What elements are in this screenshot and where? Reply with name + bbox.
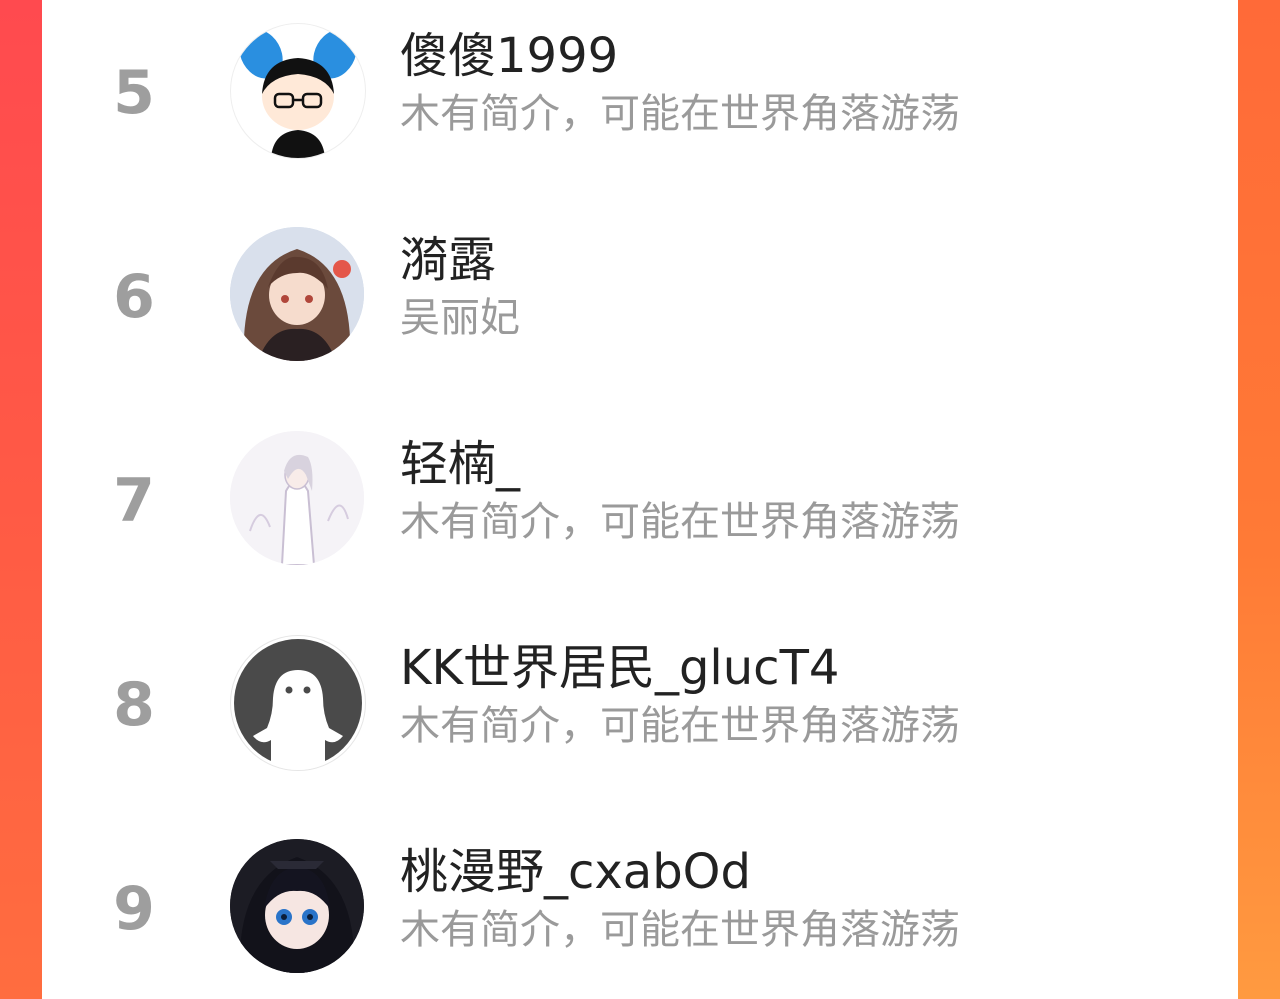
- cartoon-boy-bunny-ears-avatar-icon: [239, 29, 357, 158]
- right-gradient-border: [1238, 0, 1280, 999]
- avatar[interactable]: [230, 839, 364, 973]
- anime-girl-brown-hair-avatar-icon: [230, 227, 364, 361]
- list-item[interactable]: 6 漪露 吴丽妃: [42, 222, 1238, 372]
- list-item[interactable]: 7 轻楠_ 木有简介，可能在世界角落游荡: [42, 426, 1238, 576]
- ranking-list: 5 傻傻1999 木有简介，可能在世界角落游荡 6 漪露 吴丽妃 7 轻楠_ 木…: [42, 0, 1238, 999]
- left-gradient-border: [0, 0, 42, 999]
- default-ghost-avatar-icon: [234, 639, 362, 770]
- rank-number: 9: [113, 874, 155, 944]
- rank-number: 5: [113, 58, 155, 128]
- username[interactable]: 傻傻1999: [400, 28, 618, 84]
- username[interactable]: 桃漫野_cxabOd: [400, 844, 751, 900]
- avatar[interactable]: [230, 635, 366, 771]
- user-bio: 木有简介，可能在世界角落游荡: [400, 91, 960, 137]
- username[interactable]: 轻楠_: [400, 436, 520, 492]
- user-bio: 木有简介，可能在世界角落游荡: [400, 499, 960, 545]
- list-item[interactable]: 5 傻傻1999 木有简介，可能在世界角落游荡: [42, 18, 1238, 168]
- rank-number: 8: [113, 670, 155, 740]
- user-bio: 吴丽妃: [400, 295, 520, 341]
- rank-number: 7: [113, 466, 155, 536]
- username[interactable]: KK世界居民_glucT4: [400, 640, 839, 696]
- user-bio: 木有简介，可能在世界角落游荡: [400, 703, 960, 749]
- list-item[interactable]: 9 桃漫野_cxabOd 木有简介，可能在世界角落游荡: [42, 834, 1238, 984]
- username[interactable]: 漪露: [400, 232, 496, 288]
- avatar[interactable]: [230, 431, 364, 565]
- rank-number: 6: [113, 262, 155, 332]
- user-bio: 木有简介，可能在世界角落游荡: [400, 907, 960, 953]
- anime-white-robe-figure-avatar-icon: [230, 431, 364, 565]
- list-item[interactable]: 8 KK世界居民_glucT4 木有简介，可能在世界角落游荡: [42, 630, 1238, 780]
- avatar[interactable]: [230, 227, 364, 361]
- anime-dark-hair-blue-eyes-avatar-icon: [230, 839, 364, 973]
- avatar[interactable]: [230, 23, 366, 159]
